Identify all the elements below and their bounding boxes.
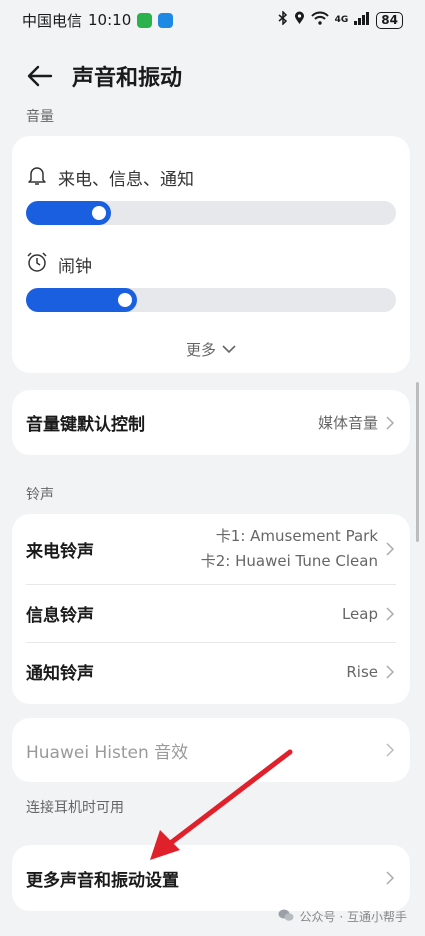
wechat-notification-icon <box>137 12 153 28</box>
battery-indicator: 84 <box>376 11 403 29</box>
carrier-label: 中国电信 <box>22 11 83 30</box>
chevron-right-icon <box>386 664 394 679</box>
chevron-right-icon <box>386 871 394 885</box>
chevron-right-icon <box>386 743 394 757</box>
bluetooth-icon <box>278 10 288 29</box>
back-button[interactable] <box>24 60 56 92</box>
histen-title: Huawei Histen 音效 <box>26 742 189 763</box>
volume-section-label: 音量 <box>26 109 54 125</box>
histen-row[interactable]: Huawei Histen 音效 <box>12 718 410 782</box>
ringtone-card: 来电铃声 卡1: Amusement Park 卡2: Huawei Tune … <box>12 514 410 704</box>
alarm-clock-icon <box>26 251 48 278</box>
back-arrow-icon <box>27 65 53 87</box>
signal-icon <box>354 11 370 29</box>
call-ringtone-title: 来电铃声 <box>26 541 94 562</box>
headphone-note: 连接耳机时可用 <box>26 800 124 816</box>
call-ringtone-row[interactable]: 来电铃声 卡1: Amusement Park 卡2: Huawei Tune … <box>12 514 410 584</box>
more-volume-toggle[interactable]: 更多 <box>12 339 410 360</box>
volume-key-row[interactable]: 音量键默认控制 媒体音量 <box>12 390 410 455</box>
volume-key-value: 媒体音量 <box>317 414 378 432</box>
location-icon <box>294 11 305 29</box>
chevron-right-icon <box>386 606 394 621</box>
more-volume-label: 更多 <box>185 341 216 359</box>
more-settings-card: 更多声音和振动设置 <box>12 845 410 911</box>
more-settings-title: 更多声音和振动设置 <box>26 870 179 891</box>
volume-key-card: 音量键默认控制 媒体音量 <box>12 390 410 455</box>
ringer-volume-knob[interactable] <box>92 206 106 220</box>
title-bar: 声音和振动 <box>0 52 425 100</box>
message-notification-icon <box>158 12 174 28</box>
volume-card: 来电、信息、通知 闹钟 更多 <box>12 136 410 373</box>
wechat-logo-icon <box>278 908 294 925</box>
clock: 10:10 <box>88 11 132 29</box>
bell-icon <box>26 164 48 191</box>
network-type-label: 4G <box>334 15 349 25</box>
more-settings-row[interactable]: 更多声音和振动设置 <box>12 845 410 911</box>
notification-ringtone-value: Rise <box>346 662 378 681</box>
wifi-icon <box>310 11 329 29</box>
message-ringtone-row[interactable]: 信息铃声 Leap <box>12 585 410 642</box>
chevron-down-icon <box>222 345 236 354</box>
alarm-volume-slider[interactable] <box>26 288 396 312</box>
chevron-right-icon <box>386 542 394 556</box>
message-ringtone-value: Leap <box>341 604 378 623</box>
ringtone-section-label: 铃声 <box>26 487 54 503</box>
scrollbar-thumb[interactable] <box>416 382 419 542</box>
volume-key-title: 音量键默认控制 <box>26 415 145 435</box>
message-ringtone-title: 信息铃声 <box>26 606 94 626</box>
ringer-volume-label: 来电、信息、通知 <box>58 170 194 190</box>
chevron-right-icon <box>386 415 394 430</box>
watermark: 公众号 · 互通小帮手 <box>278 908 407 925</box>
page-title: 声音和振动 <box>72 66 183 91</box>
status-bar: 中国电信 10:10 4G 84 <box>0 0 425 40</box>
watermark-text: 公众号 · 互通小帮手 <box>299 910 407 924</box>
call-ringtone-sim1-value: 卡1: Amusement Park <box>215 527 378 545</box>
histen-card: Huawei Histen 音效 <box>12 718 410 782</box>
ringer-volume-slider[interactable] <box>26 201 396 225</box>
notification-ringtone-row[interactable]: 通知铃声 Rise <box>12 643 410 700</box>
call-ringtone-sim2-value: 卡2: Huawei Tune Clean <box>200 552 378 570</box>
alarm-volume-label: 闹钟 <box>58 257 92 277</box>
alarm-volume-knob[interactable] <box>118 293 132 307</box>
notification-ringtone-title: 通知铃声 <box>26 664 94 684</box>
